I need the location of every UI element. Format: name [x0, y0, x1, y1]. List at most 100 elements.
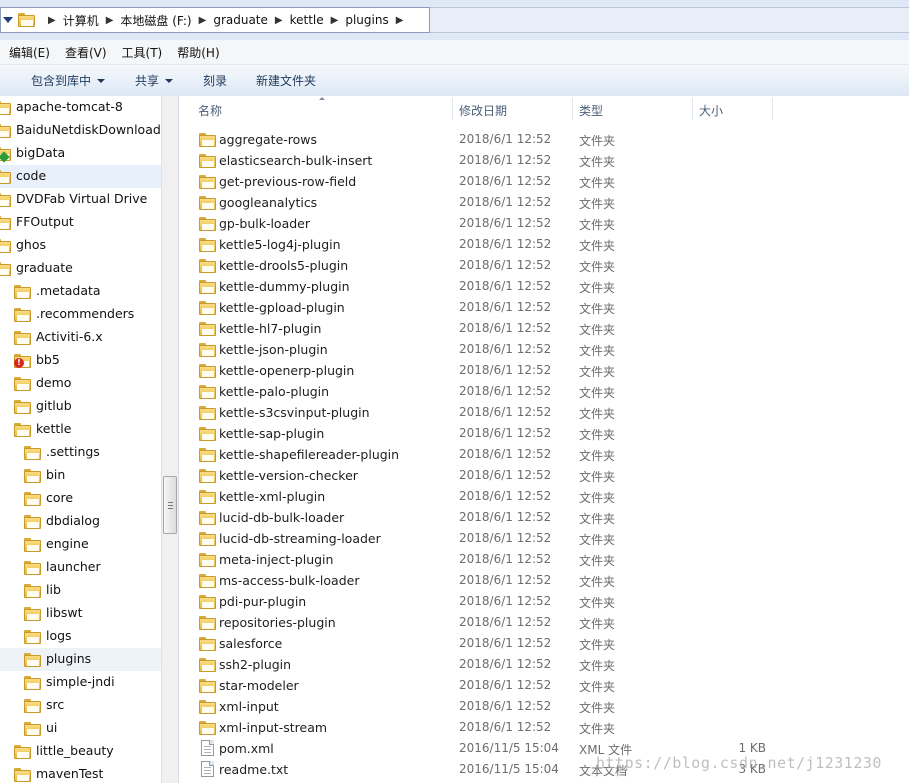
column-header-size[interactable]: 大小 [699, 102, 723, 119]
folder-row[interactable]: lucid-db-streaming-loader 2018/6/1 12:52 文… [179, 528, 909, 549]
nav-item[interactable]: launcher [0, 556, 161, 579]
nav-item[interactable]: Activiti-6.x [0, 326, 161, 349]
nav-item[interactable]: kettle [0, 418, 161, 441]
breadcrumb-drive[interactable]: 本地磁盘 (F:) [120, 12, 191, 29]
folder-row[interactable]: ssh2-plugin 2018/6/1 12:52 文件夹 [179, 654, 909, 675]
folder-icon [14, 331, 31, 345]
folder-row[interactable]: kettle-gpload-plugin 2018/6/1 12:52 文件夹 [179, 297, 909, 318]
nav-item[interactable]: ! bb5 [0, 349, 161, 372]
nav-item[interactable]: lib [0, 579, 161, 602]
folder-row[interactable]: kettle-s3csvinput-plugin 2018/6/1 12:52 文件… [179, 402, 909, 423]
file-name: repositories-plugin [219, 615, 336, 630]
nav-item[interactable]: bigData [0, 142, 161, 165]
include-in-library-button[interactable]: 包含到库中 [31, 72, 106, 89]
file-name: kettle-shapefilereader-plugin [219, 447, 400, 462]
burn-button[interactable]: 刻录 [203, 72, 227, 89]
folder-row[interactable]: kettle-xml-plugin 2018/6/1 12:52 文件夹 [179, 486, 909, 507]
folder-row[interactable]: kettle-dummy-plugin 2018/6/1 12:52 文件夹 [179, 276, 909, 297]
breadcrumb-computer[interactable]: 计算机 [63, 12, 99, 29]
nav-item[interactable]: graduate [0, 257, 161, 280]
folder-row[interactable]: gp-bulk-loader 2018/6/1 12:52 文件夹 [179, 213, 909, 234]
chevron-right-icon[interactable]: ▶ [331, 15, 339, 26]
nav-item[interactable]: bin [0, 464, 161, 487]
modified-date: 2018/6/1 12:52 [459, 531, 552, 545]
folder-icon [199, 448, 216, 462]
nav-item[interactable]: src [0, 694, 161, 717]
menu-edit[interactable]: 编辑(E) [9, 44, 50, 61]
menu-help[interactable]: 帮助(H) [177, 44, 219, 61]
breadcrumb-kettle[interactable]: kettle [290, 13, 324, 27]
folder-row[interactable]: aggregate-rows 2018/6/1 12:52 文件夹 [179, 129, 909, 150]
file-type: 文件夹 [579, 407, 616, 421]
folder-row[interactable]: get-previous-row-field 2018/6/1 12:52 文件夹 [179, 171, 909, 192]
nav-item[interactable]: plugins [0, 648, 161, 671]
chevron-right-icon[interactable]: ▶ [275, 15, 283, 26]
folder-row[interactable]: kettle-hl7-plugin 2018/6/1 12:52 文件夹 [179, 318, 909, 339]
nav-item[interactable]: .recommenders [0, 303, 161, 326]
nav-item[interactable]: apache-tomcat-8 [0, 96, 161, 119]
chevron-right-icon[interactable]: ▶ [48, 15, 56, 26]
menu-view[interactable]: 查看(V) [65, 44, 107, 61]
folder-row[interactable]: ms-access-bulk-loader 2018/6/1 12:52 文件夹 [179, 570, 909, 591]
folder-row[interactable]: repositories-plugin 2018/6/1 12:52 文件夹 [179, 612, 909, 633]
nav-item[interactable]: core [0, 487, 161, 510]
new-folder-button[interactable]: 新建文件夹 [256, 72, 316, 89]
folder-row[interactable]: lucid-db-bulk-loader 2018/6/1 12:52 文件夹 [179, 507, 909, 528]
breadcrumb-plugins[interactable]: plugins [345, 13, 388, 27]
nav-item[interactable]: .settings [0, 441, 161, 464]
folder-row[interactable]: kettle-palo-plugin 2018/6/1 12:52 文件夹 [179, 381, 909, 402]
folder-row[interactable]: xml-input-stream 2018/6/1 12:52 文件夹 [179, 717, 909, 738]
folder-row[interactable]: kettle-shapefilereader-plugin 2018/6/1 12… [179, 444, 909, 465]
modified-date: 2018/6/1 12:52 [459, 363, 552, 377]
file-type: 文件夹 [579, 701, 616, 715]
nav-item[interactable]: demo [0, 372, 161, 395]
scrollbar-thumb[interactable] [163, 476, 177, 534]
nav-item[interactable]: simple-jndi [0, 671, 161, 694]
folder-row[interactable]: xml-input 2018/6/1 12:52 文件夹 [179, 696, 909, 717]
nav-item[interactable]: little_beauty [0, 740, 161, 763]
nav-item[interactable]: engine [0, 533, 161, 556]
folder-row[interactable]: meta-inject-plugin 2018/6/1 12:52 文件夹 [179, 549, 909, 570]
folder-row[interactable]: kettle-drools5-plugin 2018/6/1 12:52 文件夹 [179, 255, 909, 276]
folder-row[interactable]: star-modeler 2018/6/1 12:52 文件夹 [179, 675, 909, 696]
chevron-right-icon[interactable]: ▶ [396, 15, 404, 26]
nav-item-label: code [16, 168, 47, 183]
folder-row[interactable]: kettle-version-checker 2018/6/1 12:52 文件夹 [179, 465, 909, 486]
chevron-right-icon[interactable]: ▶ [106, 15, 114, 26]
nav-item[interactable]: BaiduNetdiskDownload [0, 119, 161, 142]
chevron-right-icon[interactable]: ▶ [199, 15, 207, 26]
nav-item[interactable]: logs [0, 625, 161, 648]
column-header-name[interactable]: 名称 [198, 102, 222, 119]
nav-item[interactable]: dbdialog [0, 510, 161, 533]
folder-row[interactable]: elasticsearch-bulk-insert 2018/6/1 12:52 文… [179, 150, 909, 171]
menu-bar: 编辑(E) 查看(V) 工具(T) 帮助(H) [0, 40, 909, 65]
nav-item[interactable]: .metadata [0, 280, 161, 303]
folder-row[interactable]: kettle-json-plugin 2018/6/1 12:52 文件夹 [179, 339, 909, 360]
share-button[interactable]: 共享 [135, 72, 174, 89]
history-dropdown-icon[interactable] [3, 17, 13, 23]
nav-item[interactable]: ui [0, 717, 161, 740]
folder-row[interactable]: googleanalytics 2018/6/1 12:52 文件夹 [179, 192, 909, 213]
navigation-scrollbar[interactable] [161, 96, 178, 783]
folder-row[interactable]: kettle5-log4j-plugin 2018/6/1 12:52 文件夹 [179, 234, 909, 255]
file-name: kettle-version-checker [219, 468, 358, 483]
folder-row[interactable]: kettle-sap-plugin 2018/6/1 12:52 文件夹 [179, 423, 909, 444]
folder-icon [24, 699, 41, 713]
nav-item[interactable]: gitlub [0, 395, 161, 418]
nav-item[interactable]: FFOutput [0, 211, 161, 234]
address-bar[interactable]: ▶ 计算机 ▶ 本地磁盘 (F:) ▶ graduate ▶ kettle ▶ … [0, 7, 430, 33]
nav-item[interactable]: mavenTest [0, 763, 161, 783]
nav-item[interactable]: ghos [0, 234, 161, 257]
folder-row[interactable]: kettle-openerp-plugin 2018/6/1 12:52 文件夹 [179, 360, 909, 381]
file-type: 文件夹 [579, 680, 616, 694]
menu-tools[interactable]: 工具(T) [122, 44, 163, 61]
nav-item[interactable]: code [0, 165, 161, 188]
folder-row[interactable]: pdi-pur-plugin 2018/6/1 12:52 文件夹 [179, 591, 909, 612]
breadcrumb-graduate[interactable]: graduate [213, 13, 268, 27]
modified-date: 2016/11/5 15:04 [459, 762, 559, 776]
column-header-type[interactable]: 类型 [579, 102, 603, 119]
nav-item[interactable]: libswt [0, 602, 161, 625]
folder-row[interactable]: salesforce 2018/6/1 12:52 文件夹 [179, 633, 909, 654]
nav-item[interactable]: DVDFab Virtual Drive [0, 188, 161, 211]
column-header-date[interactable]: 修改日期 [459, 102, 507, 119]
